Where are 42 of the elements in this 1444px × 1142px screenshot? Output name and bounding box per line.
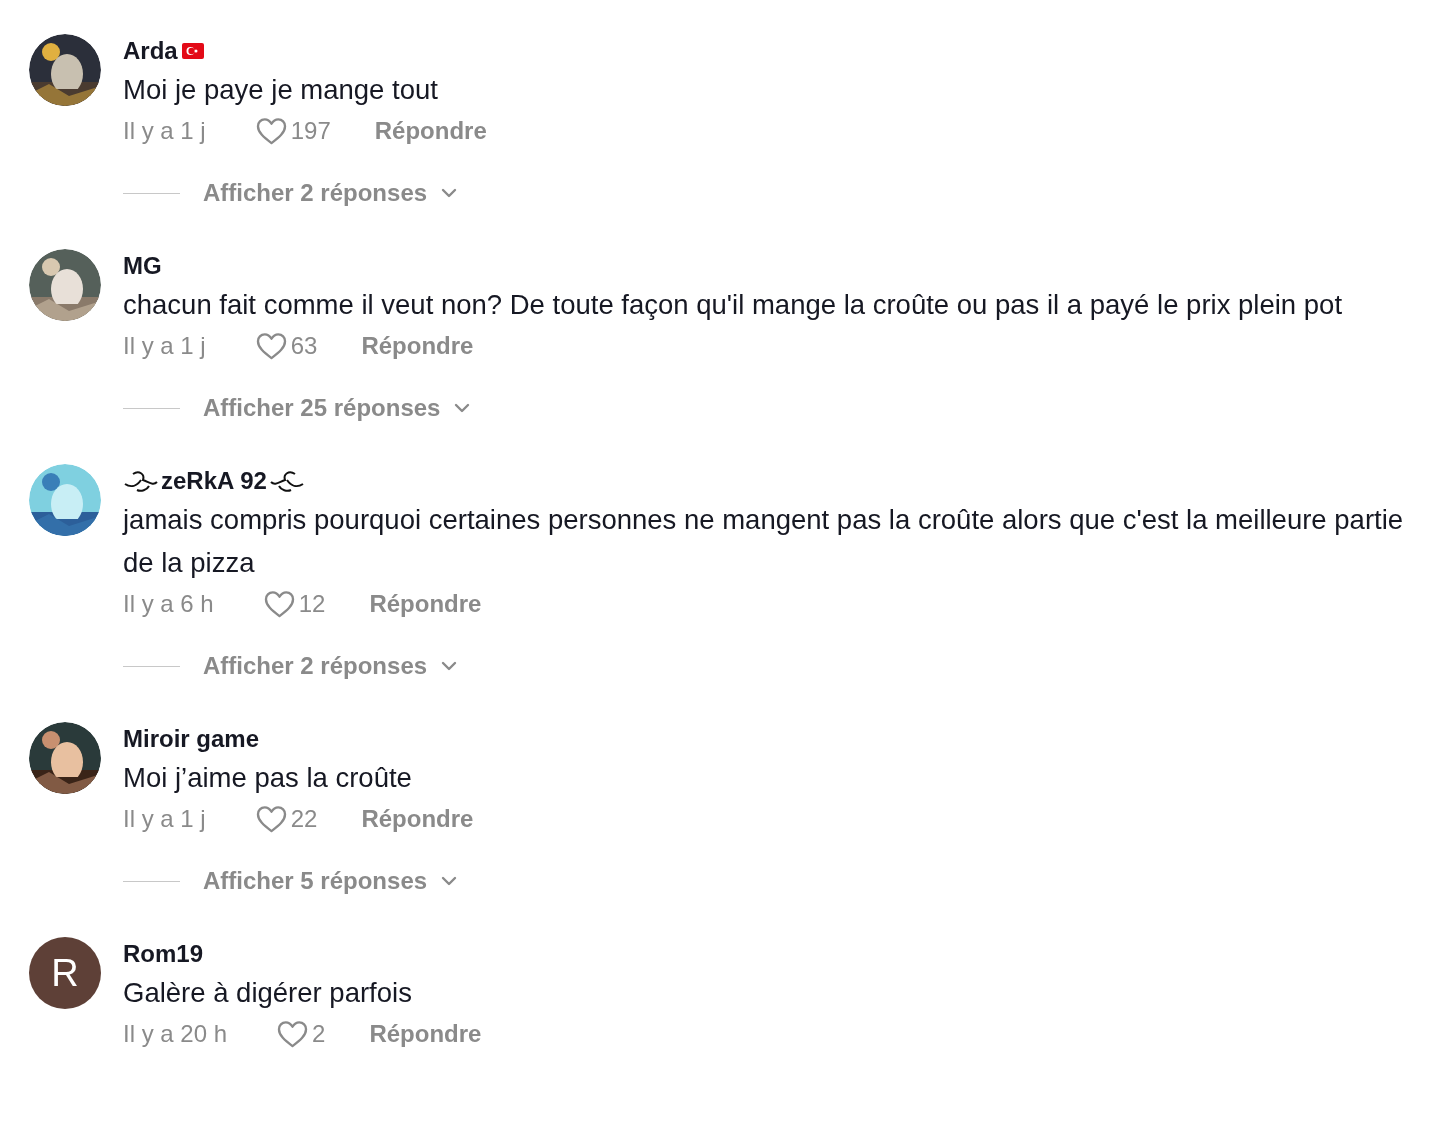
ornament-icon [123, 468, 159, 494]
timestamp: Il y a 6 h [123, 590, 214, 618]
ornament-icon [268, 468, 305, 494]
timestamp: Il y a 1 j [123, 805, 206, 833]
heart-icon[interactable] [263, 589, 295, 619]
like-count: 2 [312, 1020, 326, 1048]
username[interactable]: Rom19 [123, 940, 204, 968]
flag-icon [181, 43, 204, 59]
like-count: 63 [290, 332, 318, 360]
heart-icon[interactable] [255, 116, 287, 146]
chevron-down-icon[interactable] [441, 876, 458, 886]
timestamp: Il y a 1 j [123, 332, 206, 360]
comment-text: jamais compris pourquoi certaines personnes ne mangent pas la croûte alors que c'est la meilleure partie de la pizza [123, 503, 1405, 580]
heart-icon[interactable] [255, 331, 287, 361]
view-replies-link[interactable]: Afficher 25 réponses [203, 394, 441, 422]
timestamp: Il y a 1 j [123, 117, 206, 145]
reply-link[interactable]: Répondre [369, 590, 482, 618]
timestamp: Il y a 20 h [123, 1020, 228, 1048]
letter-avatar: R [29, 937, 101, 1009]
comment-text: chacun fait comme il veut non? De toute façon qu'il mange la croûte ou pas il a payé le prix plein pot [123, 288, 1344, 322]
view-replies-link[interactable]: Afficher 5 réponses [203, 867, 428, 895]
username[interactable]: Arda [123, 37, 178, 65]
reply-link[interactable]: Répondre [374, 117, 487, 145]
username[interactable]: Miroir game [123, 725, 260, 753]
heart-icon[interactable] [277, 1019, 309, 1049]
view-replies-link[interactable]: Afficher 2 réponses [203, 179, 428, 207]
username[interactable]: zeRkA 92 [161, 467, 267, 495]
view-replies-link[interactable]: Afficher 2 réponses [203, 652, 428, 680]
chevron-down-icon[interactable] [441, 188, 458, 198]
username[interactable]: MG [123, 252, 162, 280]
reply-link[interactable]: Répondre [369, 1020, 482, 1048]
comment-text: Moi j’aime pas la croûte [123, 761, 413, 795]
reply-link[interactable]: Répondre [361, 805, 474, 833]
heart-icon[interactable] [255, 804, 287, 834]
chevron-down-icon[interactable] [454, 403, 471, 413]
chevron-down-icon[interactable] [441, 661, 458, 671]
like-count: 22 [290, 805, 318, 833]
like-count: 12 [298, 590, 326, 618]
like-count: 197 [290, 117, 331, 145]
comment-text: Galère à digérer parfois [123, 976, 413, 1010]
reply-link[interactable]: Répondre [361, 332, 474, 360]
comment-text: Moi je paye je mange tout [123, 73, 439, 107]
